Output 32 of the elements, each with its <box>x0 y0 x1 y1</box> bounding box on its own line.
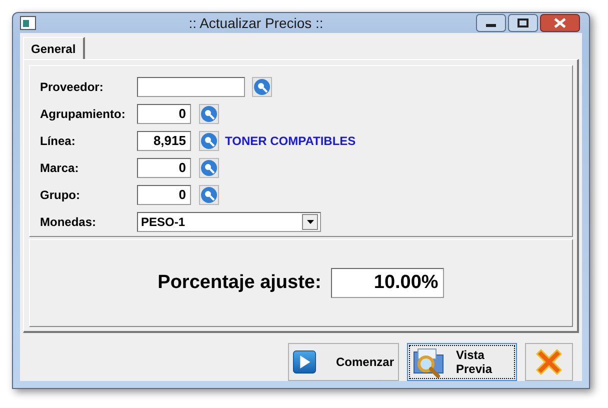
window-title: :: Actualizar Precios :: <box>188 15 324 31</box>
field-label: Agrupamiento: <box>40 106 126 120</box>
preview-button[interactable]: Vista Previa <box>407 343 517 381</box>
currency-dropdown[interactable]: PESO-1 <box>137 212 321 232</box>
cancel-button[interactable] <box>525 343 573 381</box>
field-label: Monedas: <box>40 214 98 228</box>
tab[interactable]: General <box>23 37 85 59</box>
start-button[interactable]: Comenzar <box>288 343 399 381</box>
cancel-x-icon <box>533 346 565 378</box>
close-icon[interactable] <box>540 14 580 32</box>
input-field[interactable] <box>137 76 245 96</box>
search-icon[interactable] <box>199 158 219 178</box>
line-description: TONER COMPATIBLES <box>225 134 356 148</box>
field-label: Línea: <box>40 134 76 148</box>
field-label: Marca: <box>40 160 80 174</box>
input-field[interactable]: 8,915 <box>137 130 191 150</box>
folder-magnifier-icon <box>412 346 446 378</box>
adjustment-label: Porcentaje ajuste: <box>158 272 322 294</box>
dropdown-arrow-icon <box>306 220 314 224</box>
search-icon[interactable] <box>199 184 219 204</box>
search-icon[interactable] <box>199 104 219 124</box>
app-icon <box>20 16 36 30</box>
input-field[interactable]: 0 <box>137 104 191 124</box>
field-label: Grupo: <box>40 188 81 202</box>
search-icon[interactable] <box>199 130 219 150</box>
minimize-icon[interactable] <box>476 14 506 32</box>
maximize-icon[interactable] <box>508 14 538 32</box>
input-field[interactable]: 10.00% <box>331 268 444 298</box>
field-label: Proveedor: <box>40 80 104 94</box>
search-icon[interactable] <box>252 76 272 96</box>
input-field[interactable]: 0 <box>137 184 191 204</box>
input-field[interactable]: 0 <box>137 158 191 178</box>
